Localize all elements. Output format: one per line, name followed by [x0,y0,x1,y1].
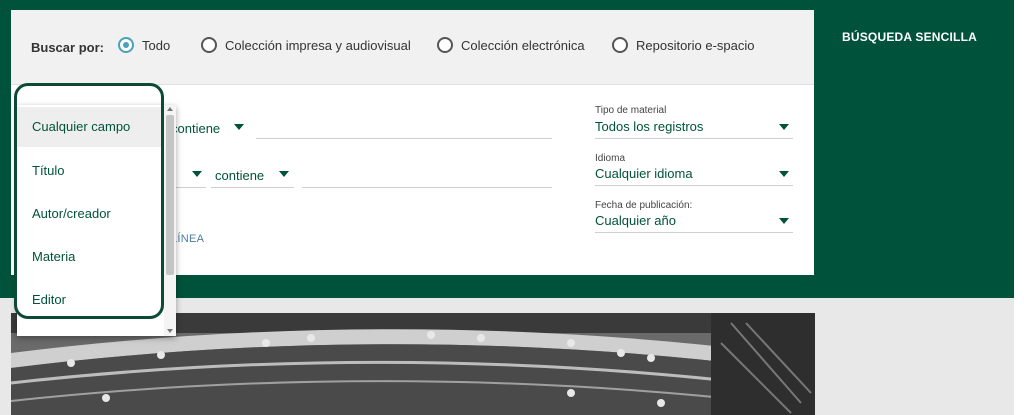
material-select[interactable]: Todos los registros [595,116,793,139]
field-dropdown-menu[interactable]: Cualquier campo Título Autor/creador Mat… [17,105,176,336]
scope-radio-todo[interactable]: Todo [118,37,170,53]
simple-search-link[interactable]: BÚSQUEDA SENCILLA [842,30,977,44]
field-option-title[interactable]: Título [17,151,163,191]
language-select[interactable]: Cualquier idioma [595,163,793,186]
row2-field-underline [171,186,206,188]
scroll-up-icon[interactable] [167,107,173,111]
radio-selected-icon[interactable] [118,37,134,53]
row2-operator-underline [211,186,294,188]
field-option-publisher[interactable]: Editor [17,280,163,320]
language-value: Cualquier idioma [595,166,693,181]
scope-radio-label: Repositorio e-spacio [636,37,755,53]
scope-radio-repository[interactable]: Repositorio e-spacio [612,37,755,53]
row2-query-input[interactable] [302,186,552,188]
date-value: Cualquier año [595,213,676,228]
radio-icon[interactable] [612,37,628,53]
scope-radio-label: Colección electrónica [461,37,585,53]
date-select[interactable]: Cualquier año [595,210,793,233]
chevron-down-icon[interactable] [279,171,289,177]
page-edge [1014,0,1024,415]
row1-operator-select[interactable]: contiene [171,121,220,136]
chevron-down-icon[interactable] [234,124,244,130]
chevron-down-icon[interactable] [779,171,789,177]
chevron-down-icon[interactable] [779,218,789,224]
scope-label: Buscar por: [31,40,104,55]
row2-operator-select[interactable]: contiene [215,168,264,183]
scope-radio-print[interactable]: Colección impresa y audiovisual [201,37,411,53]
scroll-thumb[interactable] [166,115,174,275]
radio-icon[interactable] [437,37,453,53]
radio-icon[interactable] [201,37,217,53]
field-option-subject[interactable]: Materia [17,237,163,277]
scope-radio-label: Todo [142,37,171,53]
material-value: Todos los registros [595,119,704,134]
material-label: Tipo de material [595,105,667,116]
chevron-down-icon[interactable] [779,124,789,130]
row1-query-input[interactable] [256,137,552,139]
chevron-down-icon[interactable] [192,171,202,177]
scope-radio-label: Colección impresa y audiovisual [225,37,411,53]
dropdown-scrollbar[interactable] [164,105,176,336]
field-option-author[interactable]: Autor/creador [17,194,163,234]
field-option-any[interactable]: Cualquier campo [17,107,163,147]
scroll-down-icon[interactable] [167,329,173,333]
scope-bar: Buscar por: Todo Colección impresa y aud… [11,10,814,85]
scope-radio-electronic[interactable]: Colección electrónica [437,37,585,53]
